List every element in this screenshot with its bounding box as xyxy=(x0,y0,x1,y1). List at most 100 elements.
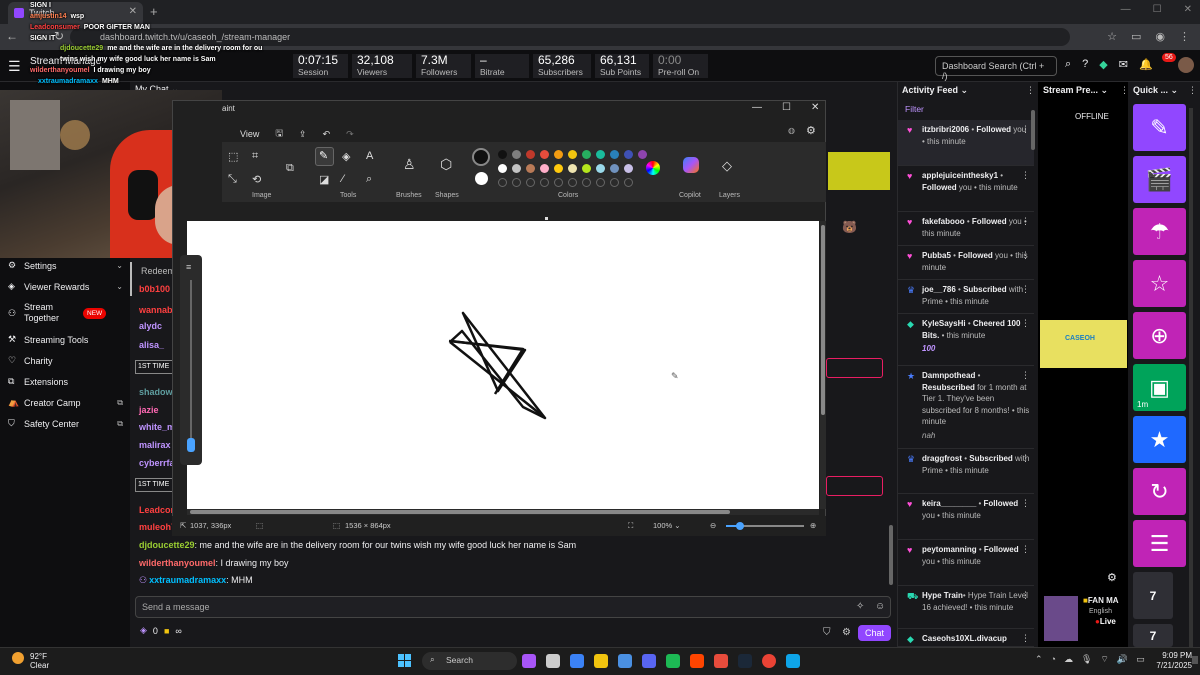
chat-username-partial[interactable]: Leadcon xyxy=(139,505,176,515)
sidebar-item-viewer-rewards[interactable]: ◈ Viewer Rewards ⌄ xyxy=(8,281,123,292)
activity-item[interactable]: ♥ Pubba5 • Followed you • this minute ⋮ xyxy=(898,246,1034,280)
secondary-color-swatch[interactable] xyxy=(475,172,488,185)
activity-item[interactable]: ♥ peytomanning • Followed you • this minu… xyxy=(898,540,1034,586)
brush-size-track[interactable] xyxy=(190,280,192,450)
zoom-level[interactable]: 100% ⌄ xyxy=(653,521,681,530)
save-icon[interactable]: 🖫 xyxy=(275,126,283,142)
paint-account-icon[interactable]: ◍ xyxy=(788,126,795,135)
redo-icon[interactable]: ↷ xyxy=(346,129,354,140)
paint-minimize-icon[interactable]: — xyxy=(752,102,762,113)
chat-username[interactable]: wilderthanyoumel xyxy=(139,558,216,568)
quick-action-pencil[interactable]: ✎ xyxy=(1133,104,1186,151)
search-icon[interactable]: ⌕ xyxy=(1065,58,1071,71)
magnifier-icon[interactable]: ⌕ xyxy=(366,173,372,186)
color-swatch[interactable] xyxy=(498,150,507,159)
shield-mode-icon[interactable]: ⛉ xyxy=(823,627,831,638)
windows-start-icon[interactable] xyxy=(398,654,412,668)
chat-username-partial[interactable]: cyberrfa xyxy=(139,458,175,468)
color-picker-icon[interactable]: ⁄ xyxy=(342,173,344,185)
quick-actions-title[interactable]: Quick ... ⌄ xyxy=(1133,85,1178,96)
brush-size-knob[interactable] xyxy=(187,438,195,452)
media-icon[interactable] xyxy=(714,654,728,668)
taskview-icon[interactable] xyxy=(546,654,560,668)
tray-wifi-icon[interactable]: ⌔ xyxy=(1100,654,1108,665)
tray-battery-icon[interactable]: ▭ xyxy=(1136,654,1145,665)
quick-action-ad[interactable]: ▣ 1m xyxy=(1133,364,1186,411)
color-swatch[interactable] xyxy=(554,150,563,159)
browser-menu-icon[interactable]: ⋮ xyxy=(1179,30,1190,43)
taskbar-clock[interactable]: 9:09 PM 7/21/2025 xyxy=(1147,651,1192,671)
dashboard-search-input[interactable]: Dashboard Search (Ctrl + /) xyxy=(935,56,1057,81)
empty-color-slot[interactable] xyxy=(498,178,507,187)
chat-settings-gear-icon[interactable]: ⚙ xyxy=(842,627,851,638)
file-explorer-icon[interactable] xyxy=(594,654,608,668)
empty-color-slot[interactable] xyxy=(526,178,535,187)
activity-item[interactable]: ⛟ Hype Train• Hype Train Level 16 achieve… xyxy=(898,586,1034,629)
activity-name[interactable]: Damnpothead xyxy=(922,371,975,380)
color-swatch[interactable] xyxy=(526,164,535,173)
quick-more-icon[interactable]: ⋮ xyxy=(1188,85,1197,96)
chat-username[interactable]: djdoucette29 xyxy=(139,540,195,550)
tray-network-icon[interactable]: ☁ xyxy=(1064,654,1073,665)
stream-preview-title[interactable]: Stream Pre... ⌄ xyxy=(1043,85,1108,96)
activity-item[interactable]: ♥ fakefabooo • Followed you • this minute… xyxy=(898,212,1034,246)
close-tab-icon[interactable]: ✕ xyxy=(129,6,137,17)
bookmark-star-icon[interactable]: ☆ xyxy=(1107,30,1117,43)
activity-item-more-icon[interactable]: ⋮ xyxy=(1021,544,1030,556)
bits-icon[interactable]: ✧ xyxy=(856,601,864,612)
tray-volume-icon[interactable]: 🔊 xyxy=(1117,654,1128,665)
quick-action-star-outline[interactable]: ☆ xyxy=(1133,260,1186,307)
sidebar-item-extensions[interactable]: ⧉ Extensions xyxy=(8,376,123,387)
canvas-hscroll-thumb[interactable] xyxy=(190,510,730,514)
activity-name[interactable]: peytomanning xyxy=(922,545,977,554)
activity-filter-link[interactable]: Filter xyxy=(905,104,924,114)
activity-name[interactable]: joe__786 xyxy=(922,285,956,294)
activity-item[interactable]: ★ Damnpothead • Resubscribed for 1 month … xyxy=(898,366,1034,449)
activity-item-more-icon[interactable]: ⋮ xyxy=(1021,216,1030,228)
activity-item[interactable]: ♛ draggfrost • Subscribed with Prime • th… xyxy=(898,449,1034,494)
zoom-in-icon[interactable]: ⊕ xyxy=(810,521,816,530)
empty-color-slot[interactable] xyxy=(624,178,633,187)
pencil-icon[interactable]: ✎ xyxy=(319,149,328,162)
sidebar-item-creator-camp[interactable]: ⛺ Creator Camp ⧉ xyxy=(8,397,123,408)
weather-widget[interactable]: 92°F Clear xyxy=(30,652,49,670)
sidepanel-icon[interactable]: ▭ xyxy=(1131,30,1141,43)
select-icon[interactable]: ⬚ xyxy=(228,150,238,163)
layers-icon[interactable]: ◇ xyxy=(722,158,732,174)
color-swatch[interactable] xyxy=(596,164,605,173)
color-swatch[interactable] xyxy=(610,150,619,159)
copilot-icon[interactable] xyxy=(683,157,699,173)
tray-app-icon[interactable]: ◔ xyxy=(1051,654,1056,665)
color-swatch[interactable] xyxy=(568,150,577,159)
files-icon[interactable] xyxy=(618,654,632,668)
resize-icon[interactable]: ⤡ xyxy=(228,173,237,186)
chat-username[interactable]: xxtraumadramaxx xyxy=(149,575,226,585)
chat-scrollbar[interactable] xyxy=(889,525,893,585)
primary-color-swatch[interactable] xyxy=(472,148,490,166)
paint-settings-icon[interactable]: ⚙ xyxy=(806,124,816,137)
quick-action-add-friend[interactable]: ⊕ xyxy=(1133,312,1186,359)
chat-username-partial[interactable]: b0b100 xyxy=(139,284,170,294)
sidebar-item-settings[interactable]: ⚙ Settings ⌄ xyxy=(8,260,123,271)
minimize-icon[interactable]: — xyxy=(1121,4,1131,15)
activity-name[interactable]: draggfrost xyxy=(922,454,962,463)
rotate-icon[interactable]: ⟲ xyxy=(252,173,261,186)
back-icon[interactable]: ← xyxy=(6,29,18,43)
sidebar-item-charity[interactable]: ♡ Charity xyxy=(8,355,123,366)
activity-item[interactable]: ♥ itzbribri2006 • Followed you • this min… xyxy=(898,120,1034,166)
empty-color-slot[interactable] xyxy=(610,178,619,187)
activity-item[interactable]: ♥ applejuiceinthesky1 • Followed you • th… xyxy=(898,166,1034,212)
sidebar-item-stream-together[interactable]: ⚇ Stream Together NEW xyxy=(8,302,123,324)
color-swatch[interactable] xyxy=(540,150,549,159)
chevron-down-icon[interactable]: ⌄ xyxy=(116,261,123,270)
color-swatch[interactable] xyxy=(568,164,577,173)
quick-scrollbar[interactable] xyxy=(1189,108,1193,648)
maximize-icon[interactable]: ☐ xyxy=(1153,4,1162,15)
chat-username-partial[interactable]: alydc xyxy=(139,321,162,331)
external-link-icon[interactable]: ⧉ xyxy=(117,419,123,429)
preview-settings-gear-icon[interactable]: ⚙ xyxy=(1107,571,1117,584)
chat-username-partial[interactable]: malirax xyxy=(139,440,171,450)
chrome-icon[interactable] xyxy=(762,654,776,668)
sidebar-item-streaming-tools[interactable]: ⚒ Streaming Tools xyxy=(8,334,123,345)
copilot-app-icon[interactable] xyxy=(570,654,584,668)
